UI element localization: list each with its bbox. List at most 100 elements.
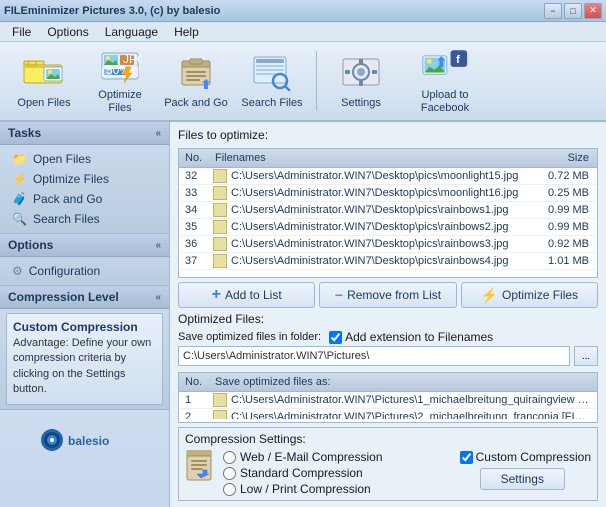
folder-row: ... xyxy=(178,346,598,366)
toolbar-separator xyxy=(316,51,317,111)
file-icon xyxy=(213,169,227,183)
menu-file[interactable]: File xyxy=(4,23,39,41)
browse-button[interactable]: ... xyxy=(574,346,598,366)
table-row[interactable]: 37 C:\Users\Administrator.WIN7\Desktop\p… xyxy=(179,253,597,270)
window-controls: − □ ✕ xyxy=(544,3,602,19)
open-files-label: Open Files xyxy=(17,97,70,110)
compression-level-box: Custom Compression Advantage: Define you… xyxy=(6,313,163,405)
close-button[interactable]: ✕ xyxy=(584,3,602,19)
low-compression-radio[interactable] xyxy=(223,483,236,496)
col-size-header: Size xyxy=(533,151,593,165)
files-table-body[interactable]: 32 C:\Users\Administrator.WIN7\Desktop\p… xyxy=(179,168,597,274)
out-file-icon xyxy=(213,393,227,407)
output-row[interactable]: 2 C:\Users\Administrator.WIN7\Pictures\2… xyxy=(179,409,597,419)
out-row-filename: C:\Users\Administrator.WIN7\Pictures\1_m… xyxy=(229,393,593,407)
row-no: 34 xyxy=(183,203,213,217)
file-icon xyxy=(213,203,227,217)
files-to-optimize-label: Files to optimize: xyxy=(178,128,598,142)
table-row[interactable]: 33 C:\Users\Administrator.WIN7\Desktop\p… xyxy=(179,185,597,202)
tasks-content: 📁 Open Files ⚡ Optimize Files 🧳 Pack and… xyxy=(0,145,169,233)
remove-icon: − xyxy=(335,287,343,303)
low-compression-option[interactable]: Low / Print Compression xyxy=(223,482,383,496)
balesio-logo: balesio xyxy=(0,418,169,462)
row-no: 33 xyxy=(183,186,213,200)
table-row[interactable]: 32 C:\Users\Administrator.WIN7\Desktop\p… xyxy=(179,168,597,185)
sidebar-item-pack-and-go[interactable]: 🧳 Pack and Go xyxy=(0,189,169,209)
optimize-files-label: Optimize Files xyxy=(88,89,152,115)
search-icon: 🔍 xyxy=(12,212,27,226)
options-header: Options « xyxy=(0,234,169,257)
optimized-files-label: Optimized Files: xyxy=(178,312,264,326)
output-table-body[interactable]: 1 C:\Users\Administrator.WIN7\Pictures\1… xyxy=(179,392,597,419)
maximize-button[interactable]: □ xyxy=(564,3,582,19)
col-no-header: No. xyxy=(183,151,213,165)
upload-facebook-button[interactable]: f Upload to Facebook xyxy=(401,45,489,117)
standard-compression-radio[interactable] xyxy=(223,467,236,480)
add-icon: + xyxy=(212,286,221,304)
search-files-button[interactable]: Search Files xyxy=(236,45,308,117)
optimize-files-icon: JPG 50% xyxy=(96,47,144,85)
action-buttons: + Add to List − Remove from List ⚡ Optim… xyxy=(178,282,598,308)
sidebar-item-optimize-files[interactable]: ⚡ Optimize Files xyxy=(0,169,169,189)
save-folder-input[interactable] xyxy=(178,346,570,366)
open-files-button[interactable]: Open Files xyxy=(8,45,80,117)
row-filename: C:\Users\Administrator.WIN7\Desktop\pics… xyxy=(229,254,533,268)
minimize-button[interactable]: − xyxy=(544,3,562,19)
file-icon xyxy=(213,254,227,268)
compression-collapse-icon[interactable]: « xyxy=(155,292,161,303)
upload-facebook-icon: f xyxy=(421,47,469,85)
add-extension-checkbox[interactable] xyxy=(329,331,342,344)
lightning-icon: ⚡ xyxy=(12,172,27,186)
table-row[interactable]: 35 C:\Users\Administrator.WIN7\Desktop\p… xyxy=(179,219,597,236)
web-compression-radio[interactable] xyxy=(223,451,236,464)
row-filename: C:\Users\Administrator.WIN7\Desktop\pics… xyxy=(229,237,533,251)
compression-settings-button[interactable]: Settings xyxy=(480,468,565,490)
row-size: 0.92 MB xyxy=(533,237,593,251)
svg-text:f: f xyxy=(456,54,460,66)
pack-and-go-label: Pack and Go xyxy=(164,97,228,110)
compression-settings-section: Compression Settings: xyxy=(178,427,598,501)
add-to-list-button[interactable]: + Add to List xyxy=(178,282,315,308)
table-row[interactable]: 34 C:\Users\Administrator.WIN7\Desktop\p… xyxy=(179,202,597,219)
custom-compression-checkbox[interactable] xyxy=(460,451,473,464)
menu-language[interactable]: Language xyxy=(97,23,166,41)
settings-label: Settings xyxy=(341,97,381,110)
search-files-label: Search Files xyxy=(241,97,302,110)
remove-from-list-button[interactable]: − Remove from List xyxy=(319,282,456,308)
row-no: 36 xyxy=(183,237,213,251)
output-row[interactable]: 1 C:\Users\Administrator.WIN7\Pictures\1… xyxy=(179,392,597,409)
standard-compression-option[interactable]: Standard Compression xyxy=(223,466,383,480)
files-table: No. Filenames Size 32 C:\Users\Administr… xyxy=(178,148,598,278)
sidebar-item-search-files[interactable]: 🔍 Search Files xyxy=(0,209,169,229)
output-col-filename: Save optimized files as: xyxy=(213,375,593,389)
col-filename-header: Filenames xyxy=(213,151,533,165)
options-collapse-icon[interactable]: « xyxy=(155,240,161,251)
tasks-collapse-icon[interactable]: « xyxy=(155,128,161,139)
optimize-files-action-button[interactable]: ⚡ Optimize Files xyxy=(461,282,598,308)
pack-and-go-button[interactable]: Pack and Go xyxy=(160,45,232,117)
options-section: Options « ⚙ Configuration xyxy=(0,234,169,286)
out-row-no: 2 xyxy=(183,410,213,419)
optimize-files-button[interactable]: JPG 50% Optimize Files xyxy=(84,45,156,117)
menu-help[interactable]: Help xyxy=(166,23,207,41)
upload-facebook-label: Upload to Facebook xyxy=(405,89,485,115)
pack-icon: 🧳 xyxy=(12,192,27,206)
row-filename: C:\Users\Administrator.WIN7\Desktop\pics… xyxy=(229,186,533,200)
row-filename: C:\Users\Administrator.WIN7\Desktop\pics… xyxy=(229,220,533,234)
compression-options: Web / E-Mail Compression Standard Compre… xyxy=(185,450,591,496)
compression-level-section: Compression Level « Custom Compression A… xyxy=(0,286,169,410)
settings-icon xyxy=(337,51,385,93)
menu-options[interactable]: Options xyxy=(39,23,96,41)
sidebar-item-configuration[interactable]: ⚙ Configuration xyxy=(0,261,169,281)
pack-and-go-icon xyxy=(172,51,220,93)
main-content: Tasks « 📁 Open Files ⚡ Optimize Files 🧳 … xyxy=(0,122,606,507)
web-compression-option[interactable]: Web / E-Mail Compression xyxy=(223,450,383,464)
tasks-section: Tasks « 📁 Open Files ⚡ Optimize Files 🧳 … xyxy=(0,122,169,234)
open-files-icon xyxy=(20,51,68,93)
settings-button[interactable]: Settings xyxy=(325,45,397,117)
sidebar-item-open-files[interactable]: 📁 Open Files xyxy=(0,149,169,169)
compression-icon-area xyxy=(185,450,215,489)
tasks-header: Tasks « xyxy=(0,122,169,145)
table-row[interactable]: 36 C:\Users\Administrator.WIN7\Desktop\p… xyxy=(179,236,597,253)
custom-compression-checkbox-label: Custom Compression xyxy=(460,450,591,464)
